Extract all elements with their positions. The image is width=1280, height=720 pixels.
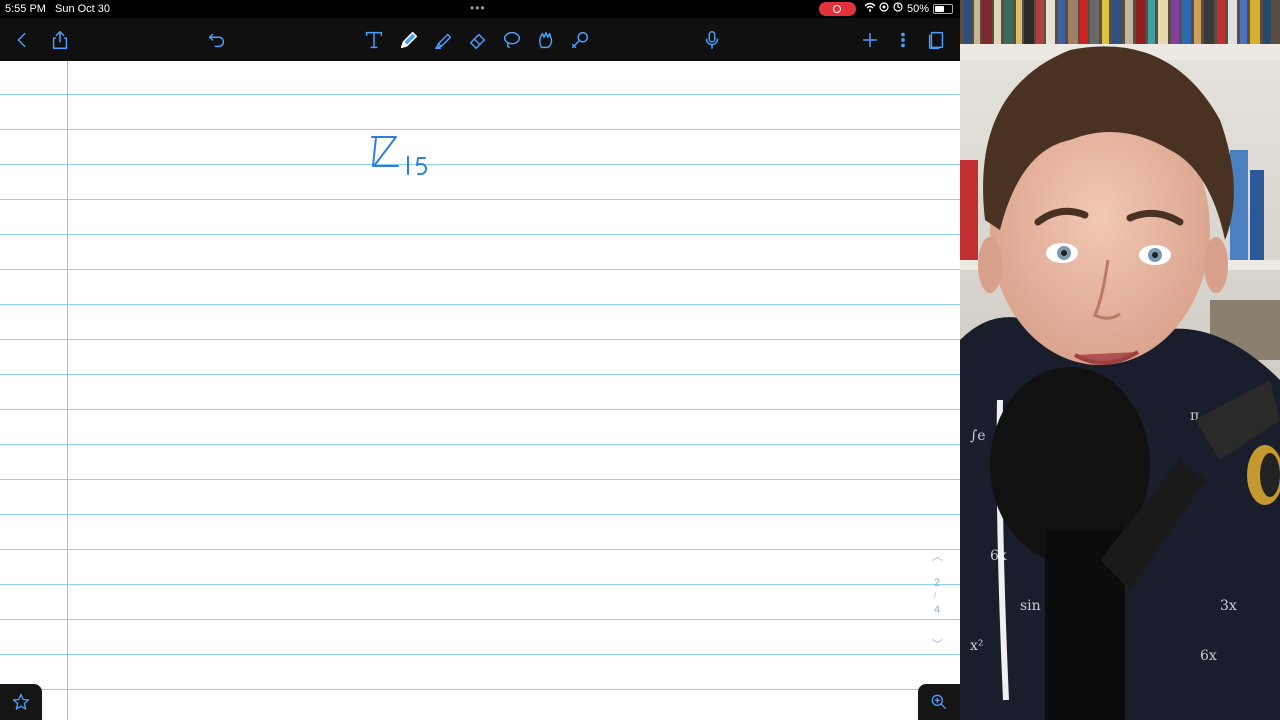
ruled-line — [0, 584, 960, 585]
pages-icon[interactable] — [923, 27, 949, 53]
favorites-star-icon[interactable] — [0, 684, 42, 720]
ruled-line — [0, 304, 960, 305]
laser-pointer-icon[interactable] — [567, 27, 593, 53]
share-icon[interactable] — [47, 27, 73, 53]
shapes-icon[interactable] — [533, 27, 559, 53]
ruled-line — [0, 129, 960, 130]
battery-icon — [933, 4, 953, 14]
pen-icon[interactable] — [396, 27, 422, 53]
current-page: 2 — [934, 577, 941, 589]
ruled-line — [0, 619, 960, 620]
notes-toolbar — [0, 18, 960, 61]
svg-text:6x: 6x — [1200, 648, 1217, 664]
undo-icon[interactable] — [204, 27, 230, 53]
page-separator: / — [934, 591, 937, 600]
status-time: 5:55 PM — [5, 3, 46, 15]
ruled-line — [0, 654, 960, 655]
status-date: Sun Oct 30 — [55, 3, 111, 15]
ruled-line — [0, 339, 960, 340]
ruled-line — [0, 234, 960, 235]
microphone-icon[interactable] — [699, 27, 725, 53]
ruled-line — [0, 444, 960, 445]
ruled-line — [0, 164, 960, 165]
lasso-icon[interactable] — [499, 27, 525, 53]
eraser-icon[interactable] — [465, 27, 491, 53]
ruled-line — [0, 199, 960, 200]
note-canvas[interactable]: ︿ 2 / 4 ﹀ — [0, 61, 960, 720]
orientation-lock-icon — [893, 2, 903, 15]
handwritten-z15 — [371, 136, 427, 176]
zoom-icon[interactable] — [918, 684, 960, 720]
multitasking-dots-icon[interactable]: ••• — [470, 1, 486, 15]
highlighter-icon[interactable] — [431, 27, 457, 53]
svg-text:3x: 3x — [1220, 598, 1237, 614]
wifi-icon — [864, 2, 876, 16]
page-navigator: ︿ 2 / 4 ﹀ — [925, 548, 951, 653]
location-icon — [879, 2, 889, 15]
back-icon[interactable] — [9, 27, 35, 53]
page-down-icon[interactable]: ﹀ — [932, 636, 943, 652]
battery-percent: 50% — [907, 3, 930, 15]
svg-text:∫e: ∫e — [970, 428, 986, 444]
ruled-line — [0, 94, 960, 95]
ruled-line — [0, 409, 960, 410]
svg-text:x²: x² — [970, 638, 984, 654]
page-up-icon[interactable]: ︿ — [932, 548, 943, 564]
status-bar: 5:55 PM Sun Oct 30 ••• 50% — [0, 0, 960, 18]
svg-text:sin: sin — [1020, 598, 1041, 614]
margin-line — [67, 61, 68, 720]
ipad-screen: 5:55 PM Sun Oct 30 ••• 50% ︿ 2 / 4 ﹀ — [0, 0, 960, 720]
presenter-image: ∫e 1+x 6x sin x² -2 π 3x 6x cos — [960, 0, 1280, 720]
add-icon[interactable] — [857, 27, 883, 53]
webcam-feed: ∫e 1+x 6x sin x² -2 π 3x 6x cos — [960, 0, 1280, 720]
more-icon[interactable] — [890, 27, 916, 53]
ruled-line — [0, 689, 960, 690]
ruled-line — [0, 479, 960, 480]
total-pages: 4 — [934, 604, 941, 616]
ruled-line — [0, 549, 960, 550]
screen-recording-icon[interactable] — [819, 2, 856, 16]
ruled-line — [0, 514, 960, 515]
ruled-line — [0, 269, 960, 270]
ruled-line — [0, 374, 960, 375]
text-tool-icon[interactable] — [361, 27, 387, 53]
